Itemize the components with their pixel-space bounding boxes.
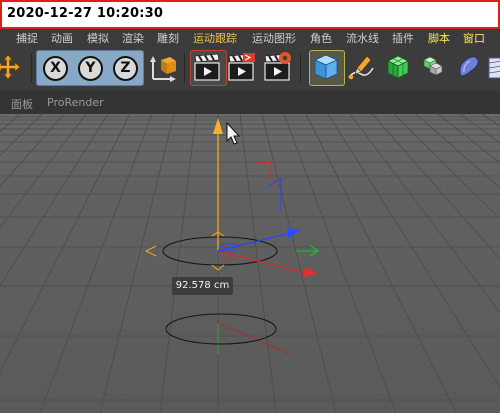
lock-y-button[interactable]: Y bbox=[78, 56, 103, 81]
render-settings-icon[interactable] bbox=[262, 52, 292, 82]
render-picture-viewer-icon[interactable] bbox=[226, 52, 256, 82]
menu-item-snap[interactable]: 捕捉 bbox=[16, 30, 38, 46]
menu-item-sculpt[interactable]: 雕刻 bbox=[157, 30, 179, 46]
render-view-icon bbox=[194, 53, 220, 81]
array-icon[interactable] bbox=[418, 52, 448, 82]
toolbar: X Y Z bbox=[0, 46, 500, 91]
timestamp-text: 2020-12-27 10:20:30 bbox=[7, 6, 164, 21]
menu-item-mograph[interactable]: 运动图形 bbox=[252, 30, 296, 46]
toolbar-separator bbox=[184, 54, 185, 82]
floor-icon[interactable] bbox=[486, 52, 500, 82]
menu-item-render[interactable]: 渲染 bbox=[122, 30, 144, 46]
viewport-canvas bbox=[0, 114, 500, 413]
lock-z-button[interactable]: Z bbox=[113, 56, 138, 81]
distance-readout: 92.578 cm bbox=[172, 277, 233, 295]
coordinate-system-icon[interactable] bbox=[148, 52, 178, 82]
menu-item-pipeline[interactable]: 流水线 bbox=[346, 30, 379, 46]
lock-x-button[interactable]: X bbox=[43, 56, 68, 81]
cube-icon bbox=[314, 54, 338, 80]
menu-item-animate[interactable]: 动画 bbox=[51, 30, 73, 46]
toolbar-separator bbox=[31, 54, 32, 82]
menu-item-window[interactable]: 窗口 bbox=[463, 30, 485, 46]
timestamp-bar: 2020-12-27 10:20:30 bbox=[0, 0, 500, 29]
move-icon[interactable] bbox=[0, 52, 22, 82]
menu-bar: 捕捉 动画 模拟 渲染 雕刻 运动跟踪 运动图形 角色 流水线 插件 脚本 窗口 bbox=[0, 29, 500, 46]
viewport-panel-bar: 面板 ProRender bbox=[0, 90, 500, 115]
3d-viewport[interactable]: 92.578 cm bbox=[0, 114, 500, 413]
subdivision-icon[interactable] bbox=[383, 52, 413, 82]
panel-menu[interactable]: 面板 bbox=[11, 96, 33, 112]
prorender-menu[interactable]: ProRender bbox=[47, 96, 104, 109]
menu-item-simulate[interactable]: 模拟 bbox=[87, 30, 109, 46]
menu-item-motion-tracker[interactable]: 运动跟踪 bbox=[193, 30, 237, 46]
deformer-icon[interactable] bbox=[453, 52, 483, 82]
menu-item-script[interactable]: 脚本 bbox=[428, 30, 450, 46]
pen-icon[interactable] bbox=[345, 52, 375, 82]
menu-item-character[interactable]: 角色 bbox=[310, 30, 332, 46]
menu-item-plugins[interactable]: 插件 bbox=[392, 30, 414, 46]
toolbar-separator bbox=[300, 54, 301, 82]
